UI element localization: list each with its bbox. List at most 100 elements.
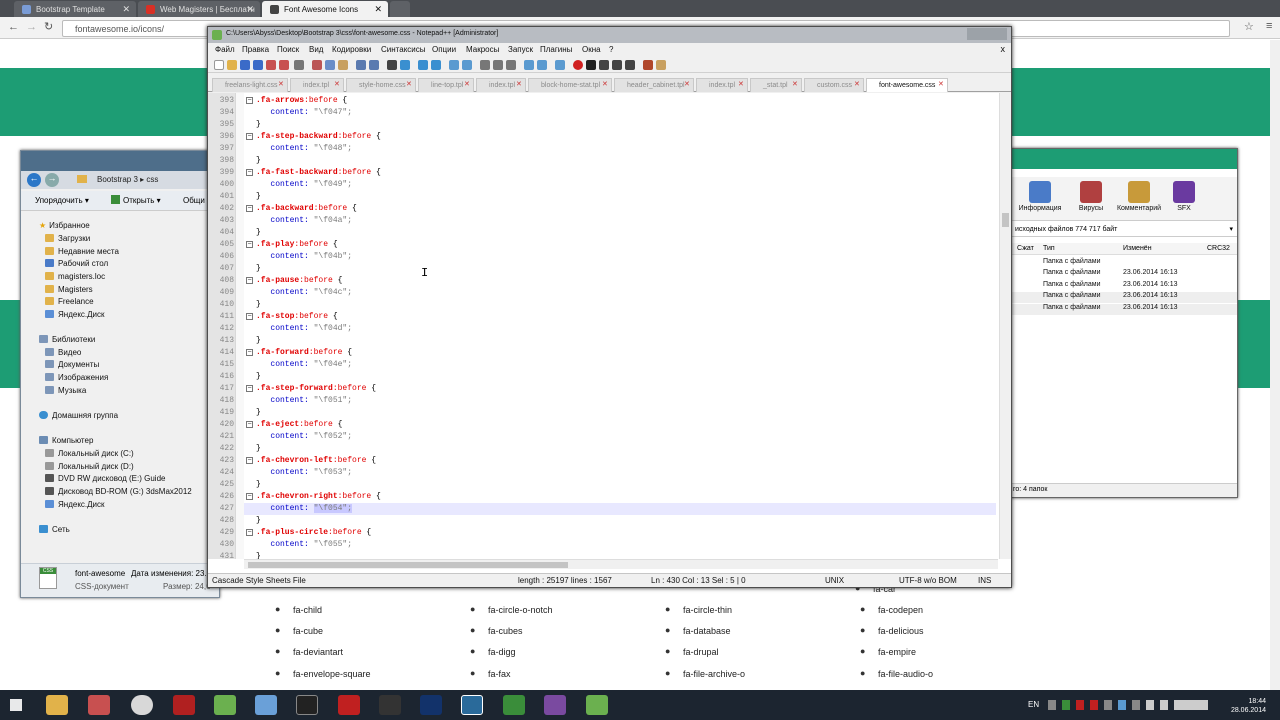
code-line[interactable]: } [256, 480, 261, 489]
icon-entry[interactable]: fa-deviantart [275, 646, 343, 657]
breadcrumb[interactable]: Bootstrap 3 ▸ css [97, 175, 158, 184]
code-line[interactable]: .fa-chevron-left:before { [256, 456, 376, 465]
fold-toggle[interactable]: − [246, 385, 253, 392]
icon-entry[interactable]: fa-cubes [470, 625, 523, 636]
notepadpp-icon[interactable] [214, 695, 236, 715]
close-icon[interactable]: ✕ [278, 81, 284, 88]
tree-item[interactable]: Freelance [45, 297, 94, 306]
tree-item[interactable]: Яндекс.Диск [45, 310, 105, 319]
table-row[interactable]: Папка с файлами 23.06.2014 16:13 [1011, 292, 1237, 303]
menu-edit[interactable]: Правка [242, 45, 269, 54]
code-line[interactable]: .fa-step-forward:before { [256, 384, 376, 393]
close-icon[interactable]: ✕ [516, 81, 522, 88]
code-line[interactable]: .fa-pause:before { [256, 276, 342, 285]
code-line[interactable]: .fa-backward:before { [256, 204, 357, 213]
tree-item[interactable]: Яндекс.Диск [45, 500, 105, 509]
code-line[interactable]: content: "\f047"; [256, 108, 352, 117]
menu-view[interactable]: Вид [309, 45, 323, 54]
close-icon[interactable]: ✕ [854, 81, 860, 88]
close-icon[interactable]: ✕ [684, 81, 690, 88]
tree-favorites[interactable]: ★ Избранное [39, 221, 90, 230]
wrap-icon[interactable] [480, 60, 490, 70]
table-row[interactable]: Папка с файлами 23.06.2014 16:13 [1011, 281, 1237, 292]
close-icon[interactable]: ✕ [464, 81, 470, 88]
system-tray-icons[interactable] [1048, 700, 1208, 710]
browser-tab-fontawesome[interactable]: Font Awesome Icons ✕ [262, 1, 388, 17]
zoom-in-icon[interactable] [418, 60, 428, 70]
doc-tab[interactable]: style-home.css ✕ [346, 78, 416, 92]
tree-item[interactable]: DVD RW дисковод (E:) Guide [45, 474, 165, 483]
menu-help[interactable]: ? [609, 45, 613, 54]
sfx-button[interactable]: SFX [1169, 181, 1199, 212]
column-header[interactable]: CRC32 [1207, 245, 1230, 252]
code-line[interactable]: .fa-stop:before { [256, 312, 338, 321]
code-line[interactable]: content: "\f052"; [256, 432, 352, 441]
stop-macro-icon[interactable] [586, 60, 596, 70]
winrar-icon[interactable] [544, 695, 566, 715]
close-icon[interactable]: ✕ [602, 81, 608, 88]
code-line[interactable]: } [256, 300, 261, 309]
spellcheck-icon[interactable] [643, 60, 653, 70]
open-icon[interactable] [227, 60, 237, 70]
archive-path[interactable]: исходных файлов 774 717 байт ▾ [1011, 223, 1237, 237]
code-line[interactable]: content: "\f04d"; [256, 324, 352, 333]
icon-entry[interactable]: fa-drupal [665, 646, 719, 657]
notepadpp-icon[interactable] [586, 695, 608, 715]
browser-tab-webmagisters[interactable]: Web Magisters | Бесплатн ✕ [138, 1, 260, 17]
code-line[interactable]: } [256, 120, 261, 129]
close-icon[interactable]: ✕ [122, 4, 130, 15]
close-all-icon[interactable] [279, 60, 289, 70]
code-line[interactable]: } [256, 228, 261, 237]
code-line[interactable]: } [256, 372, 261, 381]
doc-tab[interactable]: header_cabinet.tpl ✕ [614, 78, 694, 92]
code-line[interactable]: } [256, 516, 261, 525]
column-header[interactable]: Изменён [1123, 245, 1152, 252]
media-player-icon[interactable] [88, 695, 110, 715]
menu-file[interactable]: Файл [215, 45, 235, 54]
menu-icon[interactable]: ≡ [1266, 20, 1272, 32]
fold-toggle[interactable]: − [246, 457, 253, 464]
virus-button[interactable]: Вирусы [1071, 181, 1111, 212]
code-line[interactable]: .fa-play:before { [256, 240, 338, 249]
scroll-thumb[interactable] [248, 562, 568, 568]
app-icon[interactable] [379, 695, 401, 715]
terminal-icon[interactable] [296, 695, 318, 715]
tree-item[interactable]: magisters.loc [45, 272, 105, 281]
menu-encoding[interactable]: Кодировки [332, 45, 371, 54]
table-row[interactable]: Папка с файлами 23.06.2014 16:13 [1011, 269, 1237, 280]
tree-item[interactable]: Музыка [45, 386, 86, 395]
copy-icon[interactable] [325, 60, 335, 70]
tree-computer[interactable]: Компьютер [39, 436, 93, 445]
tree-item[interactable]: Изображения [45, 373, 108, 382]
sync-v-icon[interactable] [449, 60, 459, 70]
doc-tab[interactable]: freelans-light.css ✕ [212, 78, 288, 92]
column-header[interactable]: Тип [1043, 245, 1055, 252]
organize-button[interactable]: Упорядочить ▾ [35, 196, 89, 205]
menu-run[interactable]: Запуск [508, 45, 533, 54]
tree-item[interactable]: Видео [45, 348, 81, 357]
doc-tab-active[interactable]: font-awesome.css ✕ [866, 78, 948, 92]
reload-icon[interactable]: ↻ [44, 20, 53, 33]
virtualbox-icon[interactable] [255, 695, 277, 715]
icon-entry[interactable]: fa-delicious [860, 625, 924, 636]
horizontal-scrollbar[interactable] [244, 559, 998, 569]
icon-entry[interactable]: fa-empire [860, 646, 916, 657]
fold-toggle[interactable]: − [246, 349, 253, 356]
code-line[interactable]: content: "\f049"; [256, 180, 352, 189]
tree-libraries[interactable]: Библиотеки [39, 335, 95, 344]
code-line[interactable]: } [256, 156, 261, 165]
cut-icon[interactable] [312, 60, 322, 70]
tree-homegroup[interactable]: Домашняя группа [39, 411, 118, 420]
explorer-address-bar[interactable]: ← → Bootstrap 3 ▸ css [21, 171, 219, 189]
save-icon[interactable] [240, 60, 250, 70]
icon-entry[interactable]: fa-file-audio-o [860, 668, 933, 679]
redo-icon[interactable] [369, 60, 379, 70]
code-line[interactable]: } [256, 408, 261, 417]
menu-search[interactable]: Поиск [277, 45, 299, 54]
start-icon[interactable] [10, 699, 22, 711]
function-list-icon[interactable] [537, 60, 547, 70]
icon-entry[interactable]: fa-child [275, 604, 322, 615]
close-icon[interactable]: ✕ [792, 81, 798, 88]
folder-workspace-icon[interactable] [555, 60, 565, 70]
fold-toggle[interactable]: − [246, 169, 253, 176]
